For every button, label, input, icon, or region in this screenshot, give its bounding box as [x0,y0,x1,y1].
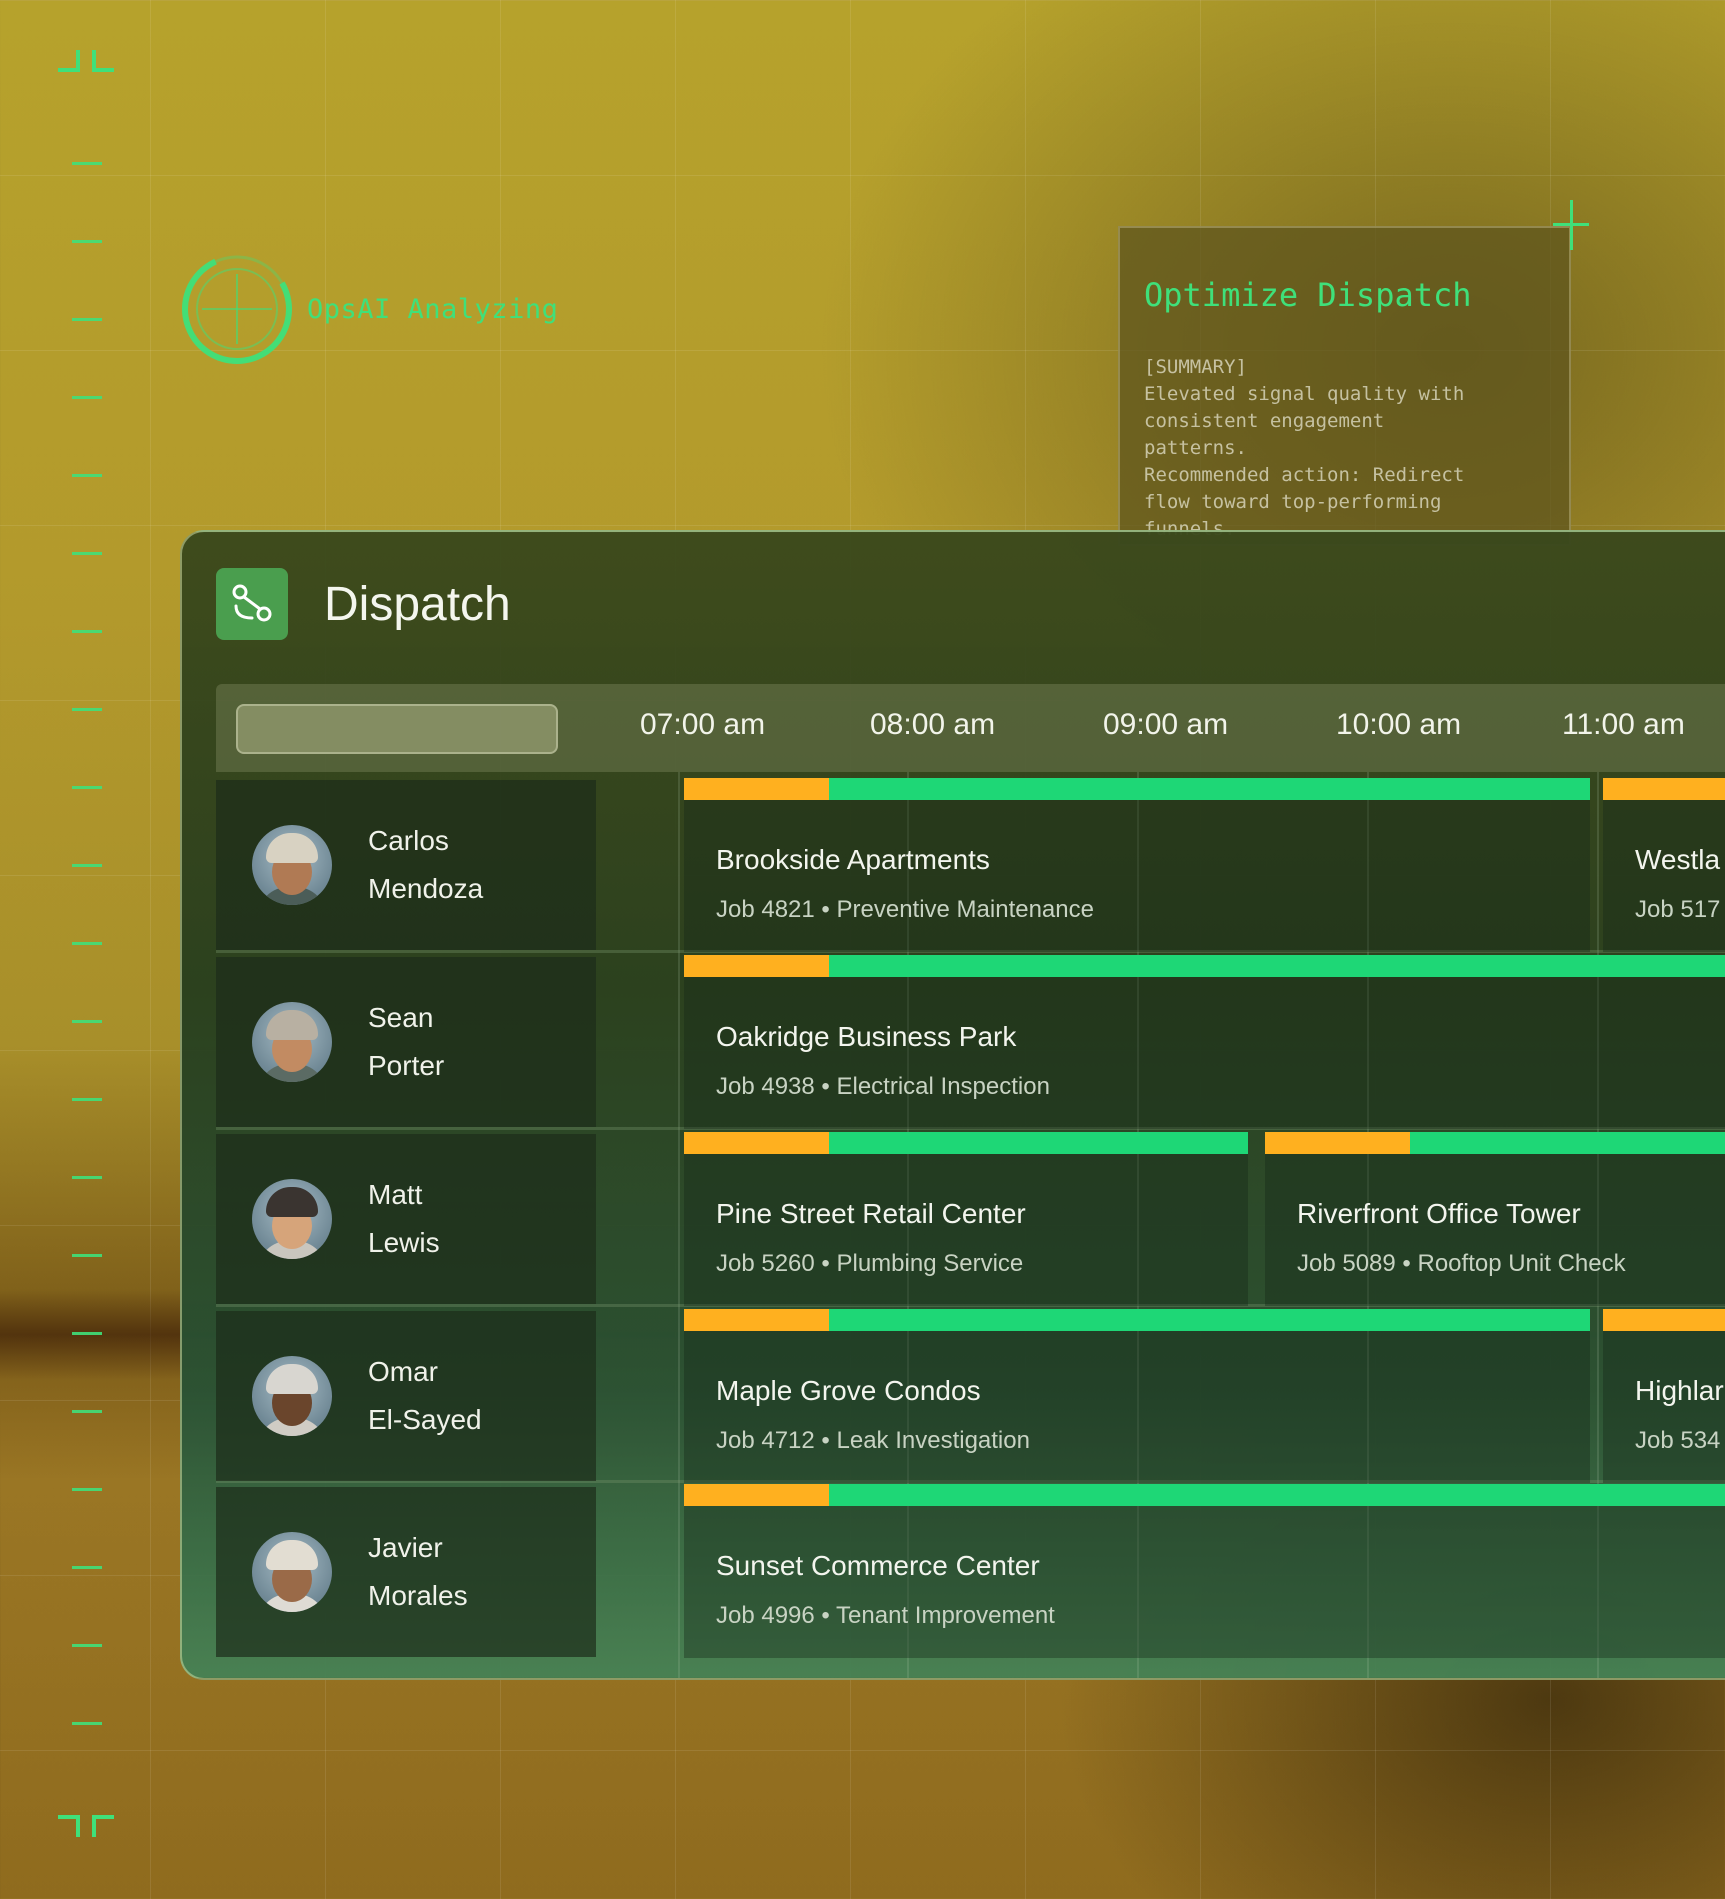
time-label: 09:00 am [1103,708,1229,741]
job-title: Sunset Commerce Center [716,1550,1040,1581]
time-label: 11:00 am [1562,708,1685,741]
job-card[interactable]: Riverfront Office Tower Job 5089 • Rooft… [1265,1132,1725,1306]
technician-name: Sean Porter [368,1002,445,1081]
technician-name: Matt Lewis [368,1179,440,1258]
card-header: Dispatch [216,568,511,640]
job-title: Pine Street Retail Center [716,1198,1026,1229]
job-card[interactable]: Brookside Apartments Job 4821 • Preventi… [684,778,1590,952]
corner-bracket-bottom-icon [58,1815,118,1845]
corner-bracket-top-icon [58,50,118,80]
job-title: Westla [1635,844,1721,875]
job-card[interactable]: Sunset Commerce Center Job 4996 • Tenant… [684,1484,1725,1658]
job-card[interactable]: Pine Street Retail Center Job 5260 • Plu… [684,1132,1248,1306]
job-subtitle: Job 4712 • Leak Investigation [716,1427,1030,1454]
technician-row[interactable]: Omar El-Sayed [216,1311,596,1481]
job-progress-bar [1603,778,1725,800]
job-progress-bar [1603,1309,1725,1331]
summary-title: Optimize Dispatch [1144,276,1472,314]
ruler-tick [72,1644,102,1647]
ruler-tick [72,1098,102,1101]
summary-tag: [SUMMARY] [1144,356,1247,378]
job-progress-bar [684,1484,1725,1506]
search-input[interactable] [236,704,558,754]
ruler-tick [72,552,102,555]
technician-name: Omar El-Sayed [368,1356,482,1435]
avatar [252,825,332,905]
job-title: Highlar [1635,1375,1724,1406]
technician-row[interactable]: Javier Morales [216,1487,596,1657]
ruler-tick [72,1020,102,1023]
technician-row[interactable]: Sean Porter [216,957,596,1127]
lane-divider [678,772,680,1678]
time-label: 08:00 am [870,708,996,741]
job-progress-bar [684,955,1725,977]
job-card[interactable]: Maple Grove Condos Job 4712 • Leak Inves… [684,1309,1590,1483]
technician-row[interactable]: Matt Lewis [216,1134,596,1304]
technician-row[interactable]: Carlos Mendoza [216,780,596,950]
job-title: Brookside Apartments [716,844,990,875]
ruler-tick [72,786,102,789]
ruler-tick [72,942,102,945]
vertical-ruler [58,40,130,1850]
job-subtitle: Job 534 [1635,1427,1721,1454]
ruler-tick [72,396,102,399]
avatar [252,1356,332,1436]
ruler-tick [72,708,102,711]
job-progress-bar [684,1132,1248,1154]
ai-status-label: OpsAI Analyzing [307,294,559,325]
job-card[interactable]: Westla Job 517 [1603,778,1725,952]
job-card[interactable]: Oakridge Business Park Job 4938 • Electr… [684,955,1725,1129]
plus-crosshair-icon [1553,200,1589,250]
job-subtitle: Job 4938 • Electrical Inspection [716,1073,1050,1100]
ruler-tick [72,162,102,165]
job-progress-bar [684,1309,1590,1331]
time-label: 07:00 am [640,708,766,741]
ruler-tick [72,1722,102,1725]
technician-name: Carlos Mendoza [368,825,484,904]
summary-panel: Optimize Dispatch [SUMMARY] Elevated sig… [1118,226,1571,546]
ruler-tick [72,318,102,321]
ruler-tick [72,1488,102,1491]
time-label: 10:00 am [1336,708,1462,741]
page-title: Dispatch [324,577,511,631]
avatar [252,1532,332,1612]
technician-name: Javier Morales [368,1532,468,1611]
ruler-tick [72,1566,102,1569]
job-progress-bar [684,778,1590,800]
ruler-tick [72,474,102,477]
job-subtitle: Job 517 [1635,896,1721,923]
job-card[interactable]: Highlar Job 534 [1603,1309,1725,1483]
job-subtitle: Job 5260 • Plumbing Service [716,1250,1024,1277]
avatar [252,1179,332,1259]
ruler-tick [72,1332,102,1335]
job-subtitle: Job 5089 • Rooftop Unit Check [1297,1250,1626,1277]
target-ring-icon [180,252,295,367]
job-title: Riverfront Office Tower [1297,1198,1581,1229]
dispatch-card: Dispatch 07:00 am 08:00 am 09:00 am 10:0… [180,530,1725,1680]
job-progress-bar [1265,1132,1725,1154]
ruler-tick [72,630,102,633]
job-title: Maple Grove Condos [716,1375,981,1406]
ai-status: OpsAI Analyzing [180,252,558,367]
timeline-header: 07:00 am 08:00 am 09:00 am 10:00 am 11:0… [216,684,1725,772]
ruler-tick [72,1176,102,1179]
ruler-tick [72,1410,102,1413]
ruler-tick [72,1254,102,1257]
avatar [252,1002,332,1082]
route-icon [216,568,288,640]
job-subtitle: Job 4821 • Preventive Maintenance [716,896,1094,923]
summary-body: [SUMMARY] Elevated signal quality with c… [1144,354,1554,543]
job-title: Oakridge Business Park [716,1021,1017,1052]
ruler-tick [72,240,102,243]
ruler-tick [72,864,102,867]
summary-text: Elevated signal quality with consistent … [1144,383,1465,540]
job-subtitle: Job 4996 • Tenant Improvement [716,1602,1055,1629]
